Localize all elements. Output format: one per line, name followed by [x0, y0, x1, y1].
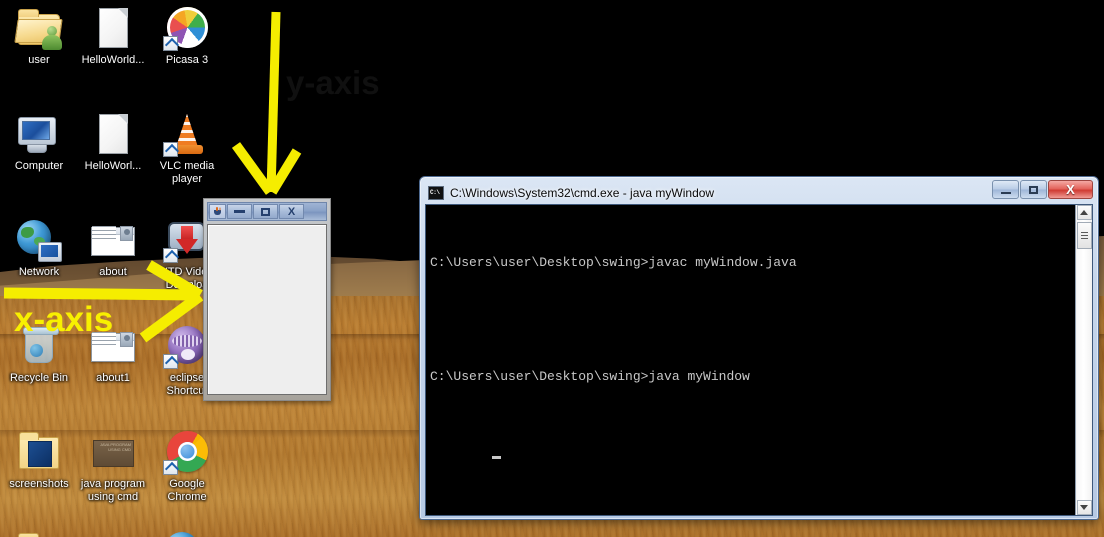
- folder-icon: [15, 528, 63, 537]
- shortcut-arrow-icon: [163, 460, 178, 475]
- java-minimize-button[interactable]: [227, 204, 252, 219]
- java-window-content-panel[interactable]: [207, 224, 327, 395]
- desktop-icon-picasa-3[interactable]: Picasa 3: [150, 4, 224, 67]
- java-coffee-cup-icon: [209, 204, 226, 219]
- shortcut-arrow-icon: [163, 354, 178, 369]
- cmd-titlebar[interactable]: C:\ C:\Windows\System32\cmd.exe - java m…: [425, 180, 1093, 204]
- cmd-caret: [492, 456, 502, 459]
- cmd-output-line: C:\Users\user\Desktop\swing>java myWindo…: [430, 369, 750, 384]
- desktop-icon-vlc-media-player[interactable]: VLC media player: [150, 110, 224, 185]
- shortcut-arrow-icon: [163, 248, 178, 263]
- webpage-document-icon: [89, 216, 137, 264]
- cmd-cursor-line: [430, 424, 1075, 459]
- folder-user-icon: [14, 4, 63, 52]
- desktop-icon-partial-document[interactable]: [76, 528, 150, 537]
- java-maximize-button[interactable]: [253, 204, 278, 219]
- desktop-icon-helloworl[interactable]: HelloWorl...: [76, 110, 150, 173]
- command-prompt-window[interactable]: C:\ C:\Windows\System32\cmd.exe - java m…: [419, 176, 1099, 520]
- desktop-icon-java-program-using-cmd[interactable]: JAVA PROGRAM USING CMD java program using…: [76, 428, 150, 503]
- maximize-icon: [1029, 185, 1038, 194]
- desktop-icon-label: HelloWorld...: [81, 54, 145, 66]
- scroll-up-icon[interactable]: [1076, 205, 1092, 220]
- desktop-icon-screenshots[interactable]: screenshots: [2, 428, 76, 491]
- desktop-icon-label: VLC media player: [159, 160, 215, 185]
- shortcut-arrow-icon: [163, 36, 178, 51]
- desktop-icon-label: HelloWorl...: [84, 160, 142, 172]
- desktop-icon-partial-folder[interactable]: [2, 528, 76, 537]
- desktop-icon-network[interactable]: Network: [2, 216, 76, 279]
- scrollbar-track[interactable]: [1076, 220, 1092, 500]
- desktop-icon-label: java program using cmd: [80, 478, 146, 503]
- cmd-minimize-button[interactable]: [992, 180, 1019, 199]
- desktop-icon-label: about1: [96, 372, 130, 384]
- cmd-vertical-scrollbar[interactable]: [1075, 205, 1092, 515]
- desktop-icon-label: about: [99, 266, 127, 278]
- desktop-icon-label: user: [28, 54, 50, 66]
- cmd-maximize-button[interactable]: [1020, 180, 1047, 199]
- cmd-console-body[interactable]: C:\Users\user\Desktop\swing>javac myWind…: [425, 204, 1093, 516]
- desktop-icon-label: Recycle Bin: [9, 372, 69, 384]
- java-swing-window[interactable]: X: [203, 198, 331, 401]
- desktop-icon-label: screenshots: [9, 478, 69, 490]
- cmd-console-icon: C:\: [428, 186, 444, 200]
- cmd-close-button[interactable]: X: [1048, 180, 1093, 199]
- shortcut-arrow-icon: [163, 142, 178, 157]
- webpage-document-icon: [89, 528, 137, 537]
- cmd-window-controls: X: [992, 180, 1093, 199]
- close-icon: X: [287, 205, 296, 218]
- desktop-icon-helloworld[interactable]: HelloWorld...: [76, 4, 150, 67]
- text-document-icon: [89, 4, 137, 52]
- image-thumbnail-icon: JAVA PROGRAM USING CMD: [89, 428, 137, 476]
- cmd-console-output[interactable]: C:\Users\user\Desktop\swing>javac myWind…: [426, 205, 1075, 515]
- text-document-icon: [89, 110, 137, 158]
- desktop-icon-computer[interactable]: Computer: [2, 110, 76, 173]
- vlc-cone-icon: [163, 110, 211, 158]
- desktop-icon-about1[interactable]: about1: [76, 322, 150, 385]
- cmd-output-line: C:\Users\user\Desktop\swing>javac myWind…: [430, 255, 797, 270]
- folder-screenshots-icon: [15, 428, 63, 476]
- java-close-button[interactable]: X: [279, 204, 304, 219]
- scroll-down-icon[interactable]: [1076, 500, 1092, 515]
- scrollbar-thumb[interactable]: [1076, 222, 1092, 249]
- desktop-icon-google-chrome[interactable]: Google Chrome: [150, 428, 224, 503]
- network-globe-icon: [15, 216, 63, 264]
- desktop-icon-label: Computer: [14, 160, 64, 172]
- desktop-icon-label: Network: [18, 266, 60, 278]
- picasa-icon: [163, 4, 211, 52]
- webpage-document-icon: [89, 322, 137, 370]
- cmd-output-line: [430, 310, 1075, 329]
- java-window-titlebar[interactable]: X: [207, 202, 327, 221]
- recycle-bin-icon: [15, 322, 63, 370]
- chrome-icon: [163, 428, 211, 476]
- desktop-icon-recycle-bin[interactable]: Recycle Bin: [2, 322, 76, 385]
- minimize-icon: [234, 210, 245, 213]
- cmd-window-title: C:\Windows\System32\cmd.exe - java myWin…: [450, 186, 715, 200]
- scrollbar-grip-icon: [1080, 232, 1088, 239]
- close-icon: X: [1066, 182, 1075, 197]
- computer-monitor-icon: [15, 110, 63, 158]
- cmd-icon-text: C:\: [430, 189, 440, 196]
- desktop-icon-user[interactable]: user: [2, 4, 76, 67]
- desktop-icon-partial-globe[interactable]: [150, 528, 224, 537]
- maximize-icon: [261, 207, 270, 216]
- network-globe-icon: [163, 528, 211, 537]
- minimize-icon: [1000, 191, 1011, 194]
- desktop-icon-label: Google Chrome: [167, 478, 207, 503]
- desktop-icon-about[interactable]: about: [76, 216, 150, 279]
- desktop-icon-label: Picasa 3: [165, 54, 209, 66]
